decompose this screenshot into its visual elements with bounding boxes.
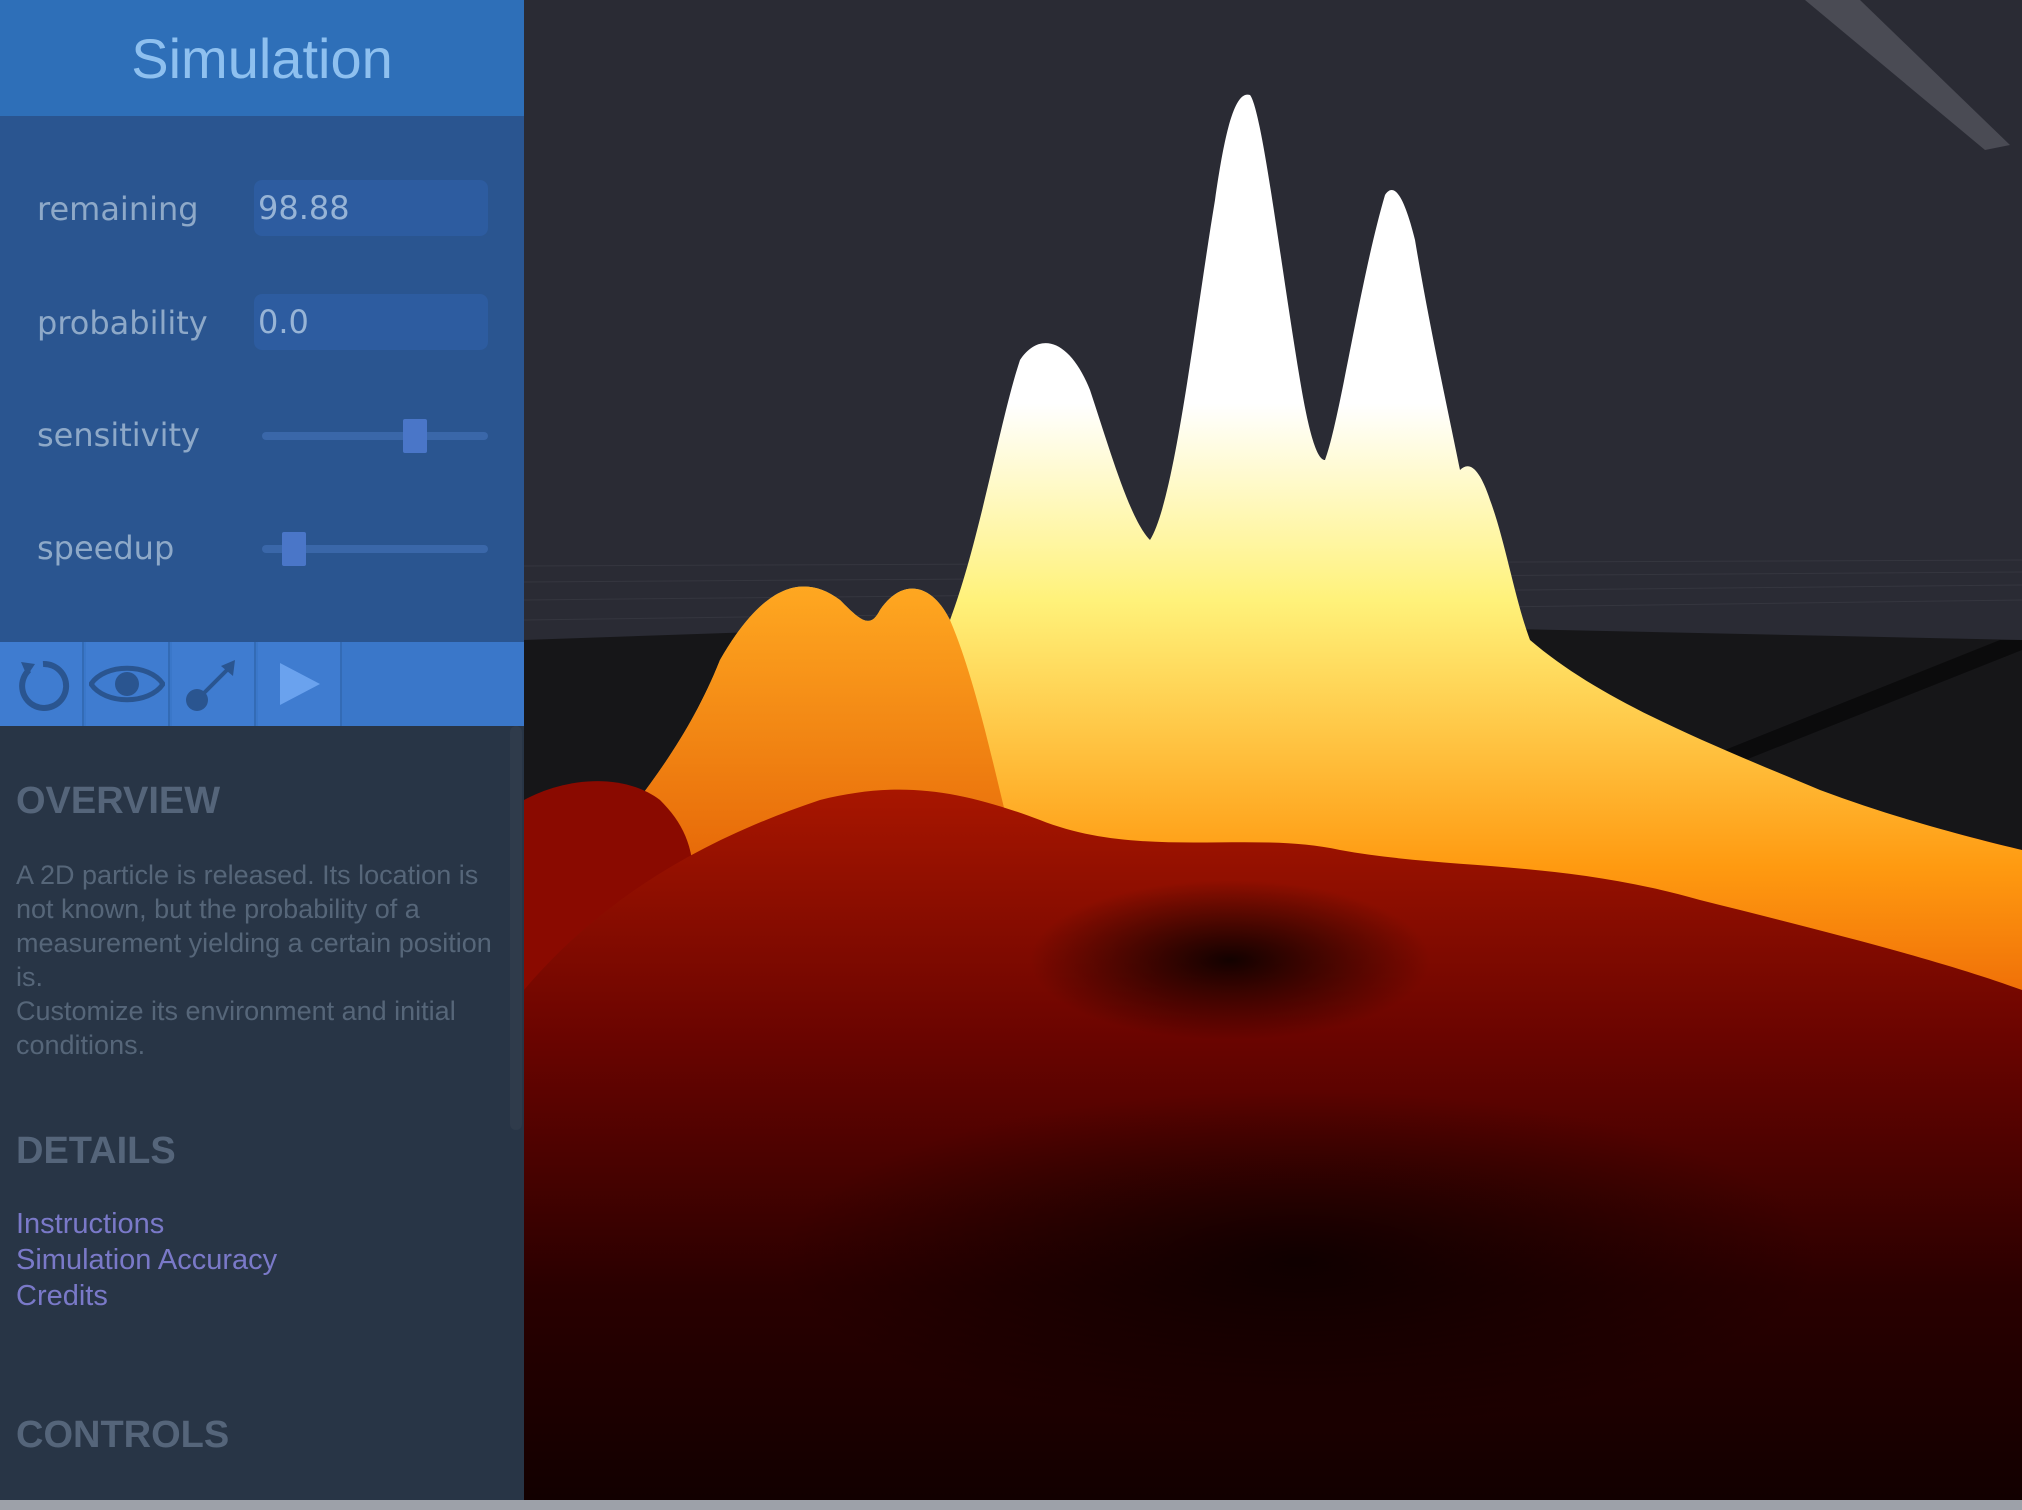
control-panel: Simulation remaining 98.88 probability 0… [0,0,524,1500]
probability-label: probability [37,304,208,342]
simulation-toolbar [0,642,524,726]
remaining-field[interactable]: 98.88 [254,180,488,236]
speedup-slider-thumb[interactable] [282,532,306,566]
info-scrollbar[interactable] [510,726,522,1130]
overview-paragraph-1: A 2D particle is released. Its location … [16,860,492,992]
panel-title: Simulation [0,0,524,116]
parameters-section: remaining 98.88 probability 0.0 sensitiv… [0,116,524,642]
reset-button[interactable] [0,642,84,726]
details-heading: DETAILS [16,1130,176,1172]
speedup-slider[interactable] [262,532,488,566]
sensitivity-label: sensitivity [37,416,200,454]
speedup-label: speedup [37,529,175,567]
view-button[interactable] [86,642,170,726]
sensitivity-slider-thumb[interactable] [403,419,427,453]
vector-button[interactable] [172,642,256,726]
remaining-label: remaining [37,190,199,228]
play-icon [280,663,320,705]
credits-link[interactable]: Credits [16,1280,108,1313]
eye-icon [89,665,165,703]
sensitivity-slider[interactable] [262,419,488,453]
simulation-accuracy-link[interactable]: Simulation Accuracy [16,1244,277,1277]
overview-heading: OVERVIEW [16,780,221,822]
probability-field[interactable]: 0.0 [254,294,488,350]
reset-icon [19,660,70,711]
instructions-link[interactable]: Instructions [16,1208,164,1241]
controls-heading: CONTROLS [16,1414,230,1456]
play-button[interactable] [258,642,342,726]
window-bottom-edge [0,1500,2022,1510]
vector-arrow-icon [186,660,235,711]
overview-text: A 2D particle is released. Its location … [16,858,506,1062]
overview-paragraph-2: Customize its environment and initial co… [16,996,456,1060]
